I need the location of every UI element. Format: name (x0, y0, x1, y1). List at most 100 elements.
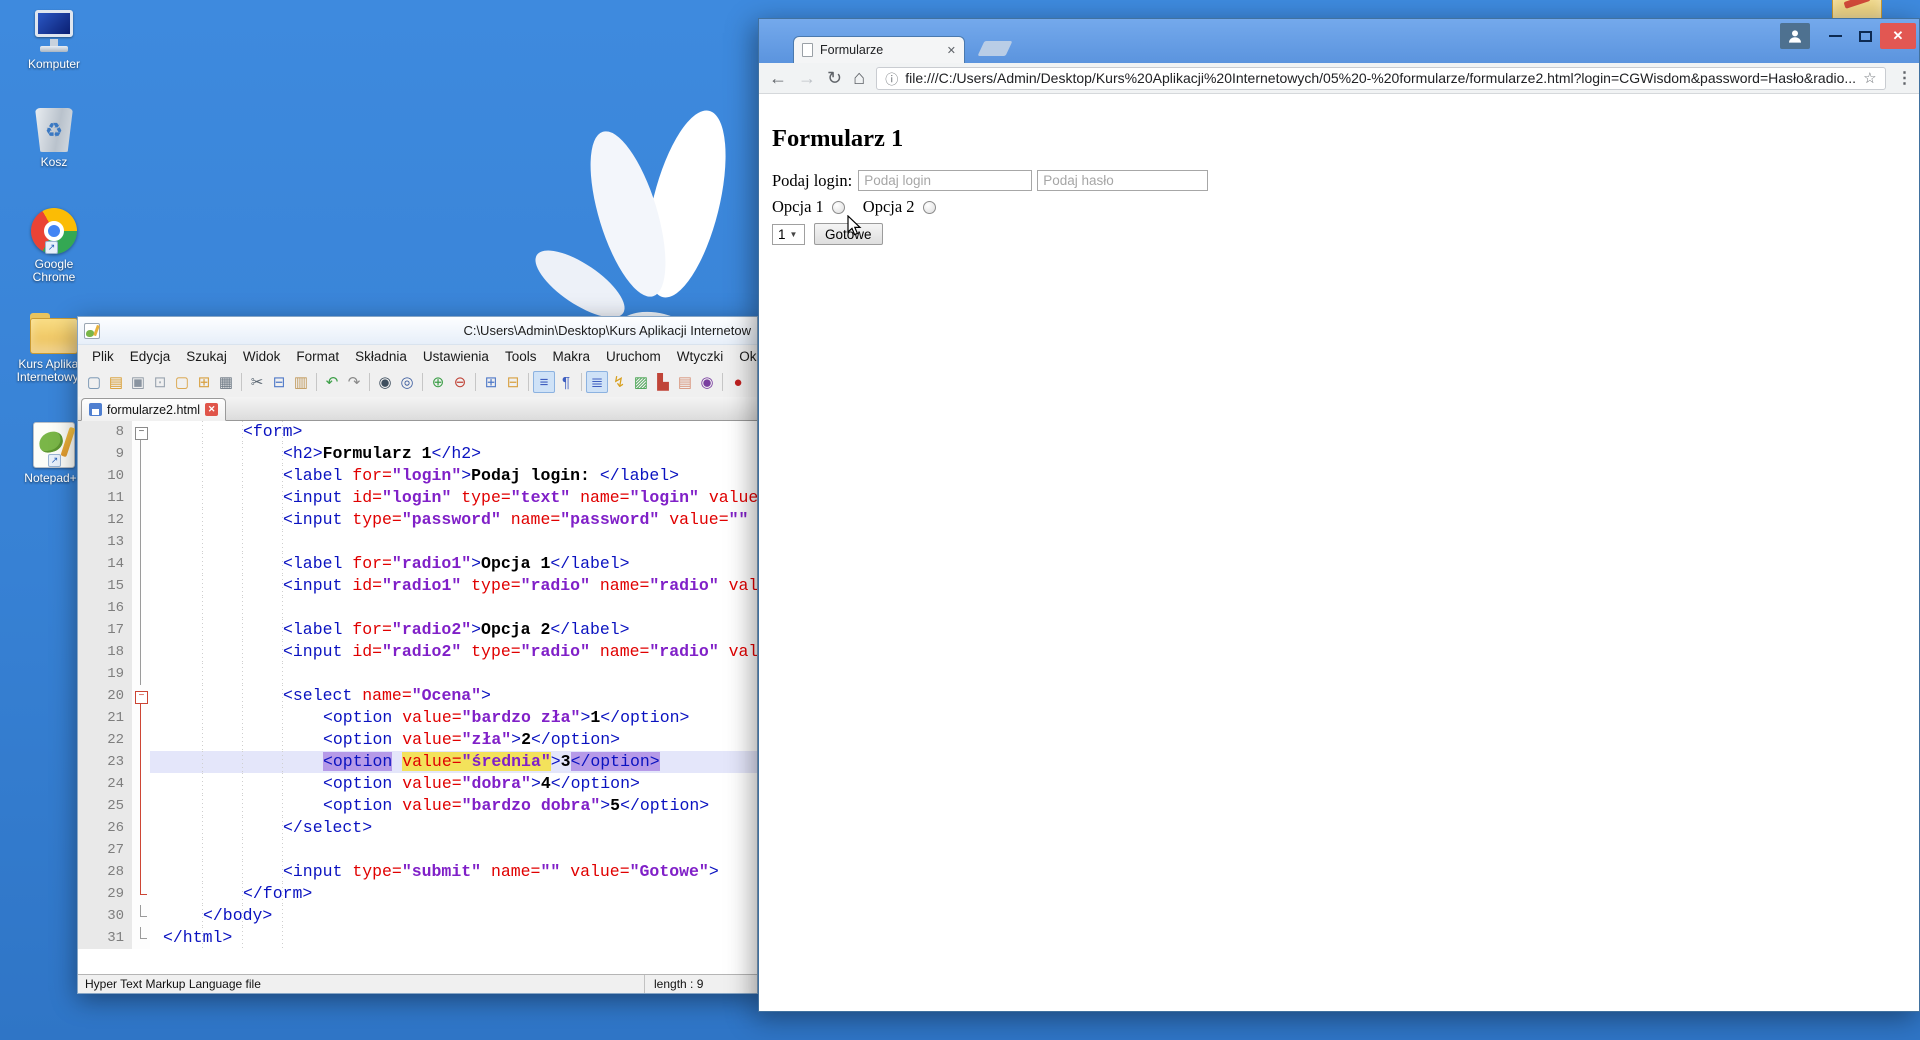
cut-icon[interactable]: ✂ (246, 371, 268, 393)
code-editor[interactable]: 8<form>9<h2>Formularz 1</h2>10<label for… (78, 421, 757, 949)
monitoring-icon[interactable]: ◉ (696, 371, 718, 393)
line-number[interactable]: 15 (78, 575, 132, 597)
code-line-23[interactable]: 23<option value="średnia">3</option> (78, 751, 757, 773)
bookmark-star-icon[interactable]: ☆ (1863, 69, 1876, 87)
zoom-in-icon[interactable]: ⊕ (427, 371, 449, 393)
line-number[interactable]: 18 (78, 641, 132, 663)
code-line-24[interactable]: 24<option value="dobra">4</option> (78, 773, 757, 795)
code-line-10[interactable]: 10<label for="login">Podaj login: </labe… (78, 465, 757, 487)
profile-icon[interactable] (1780, 23, 1810, 49)
save-copy-icon[interactable]: ⊡ (149, 371, 171, 393)
line-number[interactable]: 9 (78, 443, 132, 465)
code-line-31[interactable]: 31</html> (78, 927, 757, 949)
fold-margin[interactable] (132, 641, 150, 663)
sync-horizontal-icon[interactable]: ⊟ (502, 371, 524, 393)
line-number[interactable]: 19 (78, 663, 132, 685)
redo-icon[interactable]: ↷ (343, 371, 365, 393)
print-icon[interactable]: ▦ (215, 371, 237, 393)
line-number[interactable]: 8 (78, 421, 132, 443)
back-icon[interactable]: ← (769, 69, 787, 87)
code-line-8[interactable]: 8<form> (78, 421, 757, 443)
open-file-icon[interactable]: ▤ (105, 371, 127, 393)
close-button[interactable]: ✕ (1880, 23, 1916, 49)
menu-item-plik[interactable]: Plik (84, 349, 122, 364)
code-line-30[interactable]: 30</body> (78, 905, 757, 927)
line-number[interactable]: 27 (78, 839, 132, 861)
fold-margin[interactable] (132, 597, 150, 619)
menu-item-ustawienia[interactable]: Ustawienia (415, 349, 497, 364)
fold-margin[interactable] (132, 861, 150, 883)
code-line-26[interactable]: 26</select> (78, 817, 757, 839)
doc-switcher-icon[interactable]: ▙ (652, 371, 674, 393)
menu-item-edycja[interactable]: Edycja (122, 349, 179, 364)
menu-item-makra[interactable]: Makra (544, 349, 598, 364)
radio-opcja2[interactable] (923, 201, 936, 214)
new-file-icon[interactable]: ▢ (83, 371, 105, 393)
radio-opcja1[interactable] (832, 201, 845, 214)
line-number[interactable]: 24 (78, 773, 132, 795)
fold-margin[interactable] (132, 883, 150, 905)
menu-item-widok[interactable]: Widok (235, 349, 289, 364)
sync-vertical-icon[interactable]: ⊞ (480, 371, 502, 393)
code-line-18[interactable]: 18<input id="radio2" type="radio" name="… (78, 641, 757, 663)
code-line-20[interactable]: 20<select name="Ocena"> (78, 685, 757, 707)
code-line-11[interactable]: 11<input id="login" type="text" name="lo… (78, 487, 757, 509)
line-number[interactable]: 10 (78, 465, 132, 487)
line-number[interactable]: 29 (78, 883, 132, 905)
copy-icon[interactable]: ⊟ (268, 371, 290, 393)
menu-item-tools[interactable]: Tools (497, 349, 545, 364)
code-line-12[interactable]: 12<input type="password" name="password"… (78, 509, 757, 531)
code-line-15[interactable]: 15<input id="radio1" type="radio" name="… (78, 575, 757, 597)
show-all-characters-icon[interactable]: ¶ (555, 371, 577, 393)
address-bar[interactable]: ⓘ file:///C:/Users/Admin/Desktop/Kurs%20… (876, 67, 1885, 90)
desktop-icon-komputer[interactable]: Komputer (14, 6, 94, 71)
info-icon[interactable]: ⓘ (885, 69, 898, 88)
fold-margin[interactable] (132, 531, 150, 553)
fold-margin[interactable] (132, 751, 150, 773)
fold-margin[interactable] (132, 795, 150, 817)
code-line-19[interactable]: 19 (78, 663, 757, 685)
code-line-14[interactable]: 14<label for="radio1">Opcja 1</label> (78, 553, 757, 575)
fold-margin[interactable] (132, 729, 150, 751)
line-number[interactable]: 12 (78, 509, 132, 531)
maximize-button[interactable] (1850, 23, 1880, 49)
line-number[interactable]: 11 (78, 487, 132, 509)
chrome-titlebar[interactable]: Formularze ✕ ✕ (759, 19, 1919, 63)
line-number[interactable]: 31 (78, 927, 132, 949)
fold-margin[interactable] (132, 575, 150, 597)
line-number[interactable]: 28 (78, 861, 132, 883)
line-number[interactable]: 30 (78, 905, 132, 927)
code-line-9[interactable]: 9<h2>Formularz 1</h2> (78, 443, 757, 465)
new-tab-button[interactable] (978, 41, 1013, 56)
line-number[interactable]: 25 (78, 795, 132, 817)
code-line-28[interactable]: 28<input type="submit" name="" value="Go… (78, 861, 757, 883)
line-number[interactable]: 23 (78, 751, 132, 773)
browser-menu-icon[interactable]: ⋮ (1897, 68, 1913, 88)
line-number[interactable]: 21 (78, 707, 132, 729)
tab-close-icon[interactable]: ✕ (205, 403, 218, 416)
desktop-icon-kosz[interactable]: ♻Kosz (14, 104, 94, 169)
menu-item-uruchom[interactable]: Uruchom (598, 349, 669, 364)
menu-item-skadnia[interactable]: Składnia (347, 349, 415, 364)
line-number[interactable]: 14 (78, 553, 132, 575)
menu-item-format[interactable]: Format (288, 349, 347, 364)
tab-formularze2[interactable]: formularze2.html ✕ (81, 398, 226, 421)
code-line-21[interactable]: 21<option value="bardzo zła">1</option> (78, 707, 757, 729)
code-line-27[interactable]: 27 (78, 839, 757, 861)
forward-icon[interactable]: → (798, 69, 816, 87)
indent-guide-icon[interactable]: ≣ (586, 371, 608, 393)
browser-tab-formularze[interactable]: Formularze ✕ (793, 36, 965, 63)
fold-margin[interactable] (132, 553, 150, 575)
fold-margin[interactable] (132, 927, 150, 949)
undo-icon[interactable]: ↶ (321, 371, 343, 393)
menu-item-szukaj[interactable]: Szukaj (178, 349, 235, 364)
code-line-22[interactable]: 22<option value="zła">2</option> (78, 729, 757, 751)
code-line-16[interactable]: 16 (78, 597, 757, 619)
notepadpp-titlebar[interactable]: C:\Users\Admin\Desktop\Kurs Aplikacji In… (78, 317, 757, 345)
save-icon[interactable]: ▣ (127, 371, 149, 393)
line-number[interactable]: 22 (78, 729, 132, 751)
zoom-out-icon[interactable]: ⊖ (449, 371, 471, 393)
fold-margin[interactable] (132, 663, 150, 685)
save-as-icon[interactable]: ▢ (171, 371, 193, 393)
home-icon[interactable]: ⌂ (853, 68, 865, 88)
